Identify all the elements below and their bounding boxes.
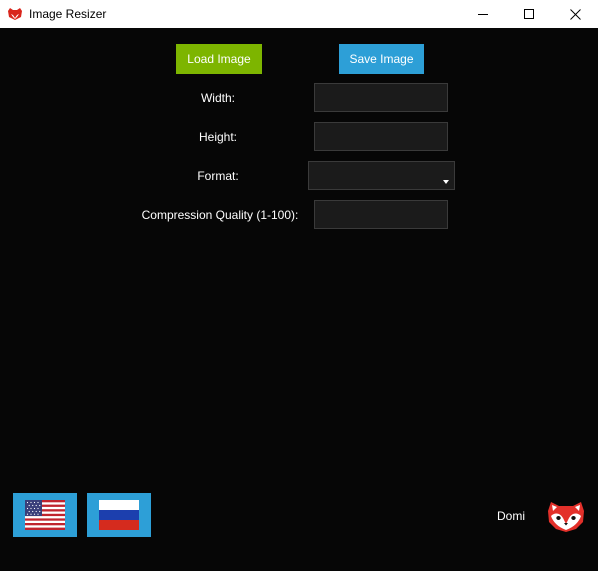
chevron-down-icon [443, 180, 449, 184]
format-dropdown[interactable] [308, 161, 455, 190]
minimize-icon [478, 14, 488, 15]
width-field[interactable] [314, 83, 448, 112]
quality-field[interactable] [314, 200, 448, 229]
quality-label: Compression Quality (1-100): [141, 208, 299, 222]
close-icon [569, 8, 581, 20]
format-label: Format: [197, 169, 239, 183]
author-name: Domi [497, 509, 526, 523]
close-button[interactable] [552, 0, 598, 28]
load-image-button[interactable]: Load Image [176, 44, 262, 74]
maximize-icon [524, 9, 534, 19]
title-bar: Image Resizer [0, 0, 598, 28]
maximize-button[interactable] [506, 0, 552, 28]
height-field[interactable] [314, 122, 448, 151]
main-panel: Load Image Save Image Width: Height: For… [0, 28, 598, 571]
minimize-button[interactable] [460, 0, 506, 28]
us-flag-icon [25, 500, 65, 530]
red-panda-icon [548, 502, 584, 532]
english-language-button[interactable] [13, 493, 77, 537]
save-image-button[interactable]: Save Image [339, 44, 424, 74]
window-title: Image Resizer [29, 7, 107, 21]
russian-language-button[interactable] [87, 493, 151, 537]
red-panda-icon [8, 8, 22, 20]
height-label: Height: [198, 130, 238, 144]
width-label: Width: [200, 91, 235, 105]
ru-flag-icon [99, 500, 139, 530]
